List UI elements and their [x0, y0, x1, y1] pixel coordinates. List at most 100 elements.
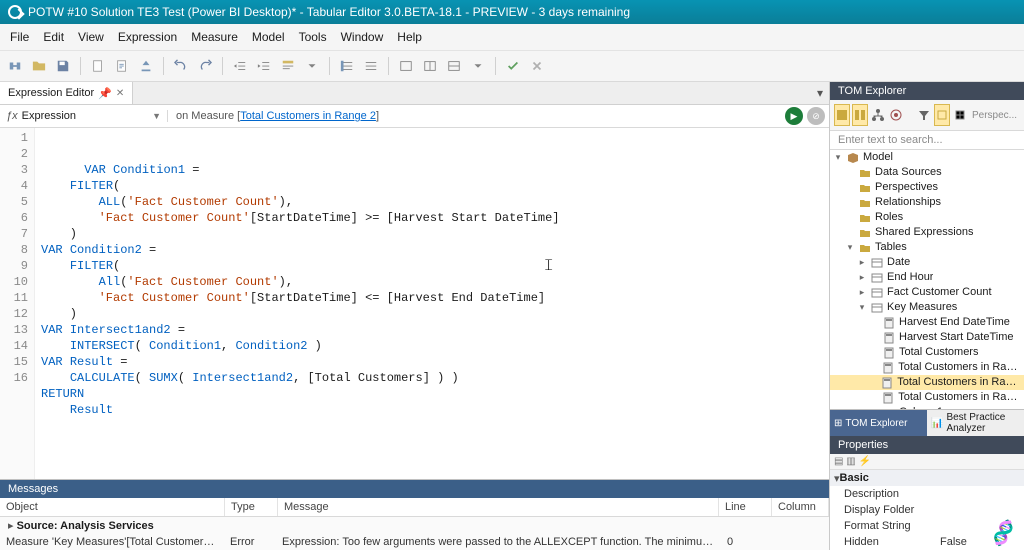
tab-expression-editor[interactable]: Expression Editor 📌 ✕: [0, 82, 133, 104]
tab-bpa[interactable]: 📊 Best Practice Analyzer: [927, 410, 1024, 436]
pane3-icon[interactable]: [443, 56, 465, 76]
format-icon[interactable]: [277, 56, 299, 76]
measure-link[interactable]: Total Customers in Range 2: [240, 110, 376, 122]
prop-group-basic[interactable]: Basic: [830, 470, 1024, 486]
outdent-icon[interactable]: [229, 56, 251, 76]
toggle-hierarchy-icon[interactable]: [870, 104, 886, 126]
tab-menu-icon[interactable]: ▾: [811, 82, 829, 104]
menu-tools[interactable]: Tools: [299, 30, 327, 44]
titlebar: POTW #10 Solution TE3 Test (Power BI Des…: [0, 0, 1024, 24]
messages-header[interactable]: Messages: [0, 480, 829, 498]
cancel-icon[interactable]: [526, 56, 548, 76]
menu-help[interactable]: Help: [397, 30, 422, 44]
expression-context-row: ƒx Expression ▼ on Measure [Total Custom…: [0, 105, 829, 128]
menubar: File Edit View Expression Measure Model …: [0, 24, 1024, 51]
code-area[interactable]: 𝙸 VAR Condition1 = FILTER( ALL('Fact Cus…: [35, 128, 829, 479]
messages-panel: Messages Object Type Message Line Column…: [0, 479, 829, 550]
info-icon[interactable]: [934, 104, 950, 126]
tab-label: Expression Editor: [8, 87, 94, 99]
tree-node[interactable]: ▾Tables: [830, 240, 1024, 255]
col-column[interactable]: Column: [772, 498, 829, 516]
menu-measure[interactable]: Measure: [191, 30, 238, 44]
prop-display-folder[interactable]: Display Folder: [830, 502, 1024, 518]
col-type[interactable]: Type: [225, 498, 278, 516]
fx-icon: ƒx: [6, 110, 18, 122]
properties-toolbar: ▤ ▥ ⚡: [830, 454, 1024, 470]
comment-icon[interactable]: [336, 56, 358, 76]
col-line[interactable]: Line: [719, 498, 772, 516]
search-input[interactable]: [836, 133, 1018, 147]
tab-tom-explorer[interactable]: ⊞ TOM Explorer: [830, 410, 927, 436]
dropdown-icon[interactable]: [301, 56, 323, 76]
col-object[interactable]: Object: [0, 498, 225, 516]
tree-node[interactable]: ▸Fact Customer Count: [830, 285, 1024, 300]
deploy-icon[interactable]: [135, 56, 157, 76]
grid-icon[interactable]: [952, 104, 968, 126]
redo-icon[interactable]: [194, 56, 216, 76]
pin-icon[interactable]: 📌: [98, 87, 112, 100]
run-button[interactable]: ▶: [785, 107, 803, 125]
tree-node[interactable]: Total Customers in Range: [830, 390, 1024, 405]
open-icon[interactable]: [28, 56, 50, 76]
message-row[interactable]: Measure 'Key Measures'[Total Customers i…: [0, 534, 829, 550]
code-editor[interactable]: 1 2 3 4 5 6 7 8 9 10 11 12 13 14 15 16 𝙸…: [0, 128, 829, 479]
model-tree[interactable]: ▾ModelData SourcesPerspectivesRelationsh…: [830, 150, 1024, 409]
tree-node[interactable]: Roles: [830, 210, 1024, 225]
tree-node[interactable]: Data Sources: [830, 165, 1024, 180]
save-icon[interactable]: [52, 56, 74, 76]
tree-node[interactable]: ▸End Hour: [830, 270, 1024, 285]
tree-node[interactable]: ▸Date: [830, 255, 1024, 270]
text-cursor-icon: 𝙸: [543, 258, 554, 274]
tree-node[interactable]: Shared Expressions: [830, 225, 1024, 240]
dropdown2-icon[interactable]: [467, 56, 489, 76]
tree-node[interactable]: ▾Key Measures: [830, 300, 1024, 315]
toggle-hidden-icon[interactable]: [888, 104, 904, 126]
close-tab-icon[interactable]: ✕: [116, 88, 124, 99]
toggle-measures-icon[interactable]: [834, 104, 850, 126]
app-logo-icon: [8, 5, 22, 19]
stop-button[interactable]: ⊘: [807, 107, 825, 125]
explorer-search[interactable]: [830, 131, 1024, 150]
perspective-selector[interactable]: [970, 109, 1024, 122]
expression-target: on Measure [Total Customers in Range 2]: [168, 110, 387, 122]
pane2-icon[interactable]: [419, 56, 441, 76]
tree-node[interactable]: Harvest End DateTime: [830, 315, 1024, 330]
message-text: Expression: Too few arguments were passe…: [276, 534, 721, 550]
tree-node[interactable]: Total Customers in Range: [830, 360, 1024, 375]
properties-grid: Basic Description Display Folder Format …: [830, 470, 1024, 550]
filter-icon[interactable]: [916, 104, 932, 126]
menu-edit[interactable]: Edit: [43, 30, 64, 44]
line-gutter: 1 2 3 4 5 6 7 8 9 10 11 12 13 14 15 16: [0, 128, 35, 479]
document-tabs: Expression Editor 📌 ✕ ▾: [0, 82, 829, 105]
tree-node[interactable]: Perspectives: [830, 180, 1024, 195]
right-panel: TOM Explorer ▾ModelData SourcesPerspecti…: [829, 82, 1024, 550]
message-line: 0: [721, 534, 773, 550]
indent-icon[interactable]: [253, 56, 275, 76]
col-message[interactable]: Message: [278, 498, 719, 516]
accept-icon[interactable]: [502, 56, 524, 76]
menu-window[interactable]: Window: [341, 30, 384, 44]
menu-model[interactable]: Model: [252, 30, 285, 44]
connect-icon[interactable]: [4, 56, 26, 76]
tree-node[interactable]: ▾Model: [830, 150, 1024, 165]
tree-node[interactable]: Total Customers: [830, 345, 1024, 360]
tree-node[interactable]: Harvest Start DateTime: [830, 330, 1024, 345]
menu-expression[interactable]: Expression: [118, 30, 177, 44]
menu-file[interactable]: File: [10, 30, 29, 44]
undo-icon[interactable]: [170, 56, 192, 76]
properties-header[interactable]: Properties: [830, 436, 1024, 454]
uncomment-icon[interactable]: [360, 56, 382, 76]
new-file-icon[interactable]: [87, 56, 109, 76]
messages-columns: Object Type Message Line Column: [0, 498, 829, 517]
messages-group[interactable]: Source: Analysis Services: [0, 517, 829, 534]
tree-node[interactable]: Total Customers in Range 2: [830, 375, 1024, 390]
pane1-icon[interactable]: [395, 56, 417, 76]
tom-explorer-header[interactable]: TOM Explorer: [830, 82, 1024, 100]
message-object: Measure 'Key Measures'[Total Customers i…: [0, 534, 224, 550]
menu-view[interactable]: View: [78, 30, 104, 44]
prop-description[interactable]: Description: [830, 486, 1024, 502]
toggle-columns-icon[interactable]: [852, 104, 868, 126]
tree-node[interactable]: Relationships: [830, 195, 1024, 210]
expression-selector[interactable]: ƒx Expression ▼: [0, 110, 168, 122]
script-icon[interactable]: [111, 56, 133, 76]
